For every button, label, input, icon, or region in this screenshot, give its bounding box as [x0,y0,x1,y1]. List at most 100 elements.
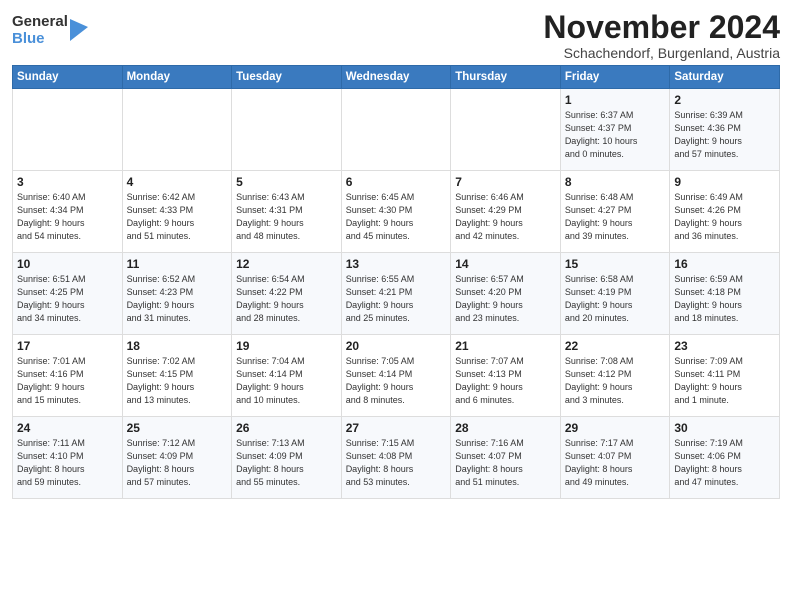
title-block: November 2024 Schachendorf, Burgenland, … [543,10,780,61]
day-detail: Sunrise: 7:19 AM Sunset: 4:06 PM Dayligh… [674,437,775,489]
week-row-1: 3 Sunrise: 6:40 AM Sunset: 4:34 PM Daylig… [13,171,780,253]
logo-icon [70,19,88,41]
day-cell: 24 Sunrise: 7:11 AM Sunset: 4:10 PM Dayli… [13,417,123,499]
day-cell: 18 Sunrise: 7:02 AM Sunset: 4:15 PM Dayli… [122,335,232,417]
day-cell: 20 Sunrise: 7:05 AM Sunset: 4:14 PM Dayli… [341,335,451,417]
logo: General Blue [12,14,88,47]
day-number: 6 [346,175,447,189]
day-cell: 28 Sunrise: 7:16 AM Sunset: 4:07 PM Dayli… [451,417,561,499]
day-detail: Sunrise: 6:45 AM Sunset: 4:30 PM Dayligh… [346,191,447,243]
day-number: 13 [346,257,447,271]
day-number: 5 [236,175,337,189]
day-cell [451,89,561,171]
day-detail: Sunrise: 7:13 AM Sunset: 4:09 PM Dayligh… [236,437,337,489]
day-cell: 1Sunrise: 6:37 AM Sunset: 4:37 PM Daylig… [560,89,670,171]
day-number: 16 [674,257,775,271]
logo-general: General [12,14,68,31]
day-cell [13,89,123,171]
day-detail: Sunrise: 7:04 AM Sunset: 4:14 PM Dayligh… [236,355,337,407]
day-detail: Sunrise: 7:16 AM Sunset: 4:07 PM Dayligh… [455,437,556,489]
day-cell: 21Sunrise: 7:07 AM Sunset: 4:13 PM Dayli… [451,335,561,417]
day-detail: Sunrise: 6:54 AM Sunset: 4:22 PM Dayligh… [236,273,337,325]
subtitle: Schachendorf, Burgenland, Austria [543,45,780,61]
day-detail: Sunrise: 7:15 AM Sunset: 4:08 PM Dayligh… [346,437,447,489]
col-monday: Monday [122,66,232,89]
calendar-table: Sunday Monday Tuesday Wednesday Thursday… [12,65,780,499]
day-detail: Sunrise: 7:11 AM Sunset: 4:10 PM Dayligh… [17,437,118,489]
day-cell: 13 Sunrise: 6:55 AM Sunset: 4:21 PM Dayli… [341,253,451,335]
col-friday: Friday [560,66,670,89]
day-cell: 27 Sunrise: 7:15 AM Sunset: 4:08 PM Dayli… [341,417,451,499]
day-number: 30 [674,421,775,435]
day-number: 3 [17,175,118,189]
day-detail: Sunrise: 6:55 AM Sunset: 4:21 PM Dayligh… [346,273,447,325]
day-number: 21 [455,339,556,353]
day-detail: Sunrise: 6:37 AM Sunset: 4:37 PM Dayligh… [565,109,666,161]
day-number: 24 [17,421,118,435]
day-cell: 10 Sunrise: 6:51 AM Sunset: 4:25 PM Dayli… [13,253,123,335]
day-cell: 12 Sunrise: 6:54 AM Sunset: 4:22 PM Dayli… [232,253,342,335]
month-title: November 2024 [543,10,780,45]
day-detail: Sunrise: 7:12 AM Sunset: 4:09 PM Dayligh… [127,437,228,489]
day-number: 25 [127,421,228,435]
day-cell: 9Sunrise: 6:49 AM Sunset: 4:26 PM Daylig… [670,171,780,253]
day-number: 7 [455,175,556,189]
day-detail: Sunrise: 7:02 AM Sunset: 4:15 PM Dayligh… [127,355,228,407]
day-cell [341,89,451,171]
day-cell: 23Sunrise: 7:09 AM Sunset: 4:11 PM Dayli… [670,335,780,417]
day-number: 20 [346,339,447,353]
header-row: Sunday Monday Tuesday Wednesday Thursday… [13,66,780,89]
logo-text: General Blue [12,14,68,47]
day-number: 9 [674,175,775,189]
day-number: 17 [17,339,118,353]
col-tuesday: Tuesday [232,66,342,89]
day-number: 18 [127,339,228,353]
day-cell: 5 Sunrise: 6:43 AM Sunset: 4:31 PM Daylig… [232,171,342,253]
col-thursday: Thursday [451,66,561,89]
day-number: 4 [127,175,228,189]
day-cell: 16 Sunrise: 6:59 AM Sunset: 4:18 PM Dayli… [670,253,780,335]
day-cell: 2 Sunrise: 6:39 AM Sunset: 4:36 PM Daylig… [670,89,780,171]
day-detail: Sunrise: 7:05 AM Sunset: 4:14 PM Dayligh… [346,355,447,407]
day-detail: Sunrise: 6:40 AM Sunset: 4:34 PM Dayligh… [17,191,118,243]
col-sunday: Sunday [13,66,123,89]
day-cell: 26Sunrise: 7:13 AM Sunset: 4:09 PM Dayli… [232,417,342,499]
day-cell: 8Sunrise: 6:48 AM Sunset: 4:27 PM Daylig… [560,171,670,253]
day-cell: 6 Sunrise: 6:45 AM Sunset: 4:30 PM Daylig… [341,171,451,253]
day-cell: 19Sunrise: 7:04 AM Sunset: 4:14 PM Dayli… [232,335,342,417]
day-detail: Sunrise: 6:48 AM Sunset: 4:27 PM Dayligh… [565,191,666,243]
day-cell: 14Sunrise: 6:57 AM Sunset: 4:20 PM Dayli… [451,253,561,335]
day-detail: Sunrise: 6:51 AM Sunset: 4:25 PM Dayligh… [17,273,118,325]
day-number: 2 [674,93,775,107]
day-number: 11 [127,257,228,271]
day-detail: Sunrise: 6:52 AM Sunset: 4:23 PM Dayligh… [127,273,228,325]
day-cell: 3 Sunrise: 6:40 AM Sunset: 4:34 PM Daylig… [13,171,123,253]
day-detail: Sunrise: 7:17 AM Sunset: 4:07 PM Dayligh… [565,437,666,489]
week-row-0: 1Sunrise: 6:37 AM Sunset: 4:37 PM Daylig… [13,89,780,171]
day-number: 10 [17,257,118,271]
day-number: 15 [565,257,666,271]
day-number: 28 [455,421,556,435]
day-detail: Sunrise: 6:39 AM Sunset: 4:36 PM Dayligh… [674,109,775,161]
day-cell: 11 Sunrise: 6:52 AM Sunset: 4:23 PM Dayli… [122,253,232,335]
week-row-4: 24 Sunrise: 7:11 AM Sunset: 4:10 PM Dayli… [13,417,780,499]
day-detail: Sunrise: 7:01 AM Sunset: 4:16 PM Dayligh… [17,355,118,407]
week-row-2: 10 Sunrise: 6:51 AM Sunset: 4:25 PM Dayli… [13,253,780,335]
day-number: 29 [565,421,666,435]
day-number: 23 [674,339,775,353]
day-cell: 4 Sunrise: 6:42 AM Sunset: 4:33 PM Daylig… [122,171,232,253]
day-cell [232,89,342,171]
page-container: General Blue November 2024 Schachendorf,… [0,0,792,507]
day-detail: Sunrise: 6:46 AM Sunset: 4:29 PM Dayligh… [455,191,556,243]
day-number: 12 [236,257,337,271]
day-cell: 15 Sunrise: 6:58 AM Sunset: 4:19 PM Dayli… [560,253,670,335]
day-detail: Sunrise: 6:58 AM Sunset: 4:19 PM Dayligh… [565,273,666,325]
day-detail: Sunrise: 6:43 AM Sunset: 4:31 PM Dayligh… [236,191,337,243]
day-detail: Sunrise: 6:42 AM Sunset: 4:33 PM Dayligh… [127,191,228,243]
col-saturday: Saturday [670,66,780,89]
day-number: 14 [455,257,556,271]
day-cell: 22Sunrise: 7:08 AM Sunset: 4:12 PM Dayli… [560,335,670,417]
day-number: 27 [346,421,447,435]
day-detail: Sunrise: 6:59 AM Sunset: 4:18 PM Dayligh… [674,273,775,325]
day-detail: Sunrise: 7:08 AM Sunset: 4:12 PM Dayligh… [565,355,666,407]
